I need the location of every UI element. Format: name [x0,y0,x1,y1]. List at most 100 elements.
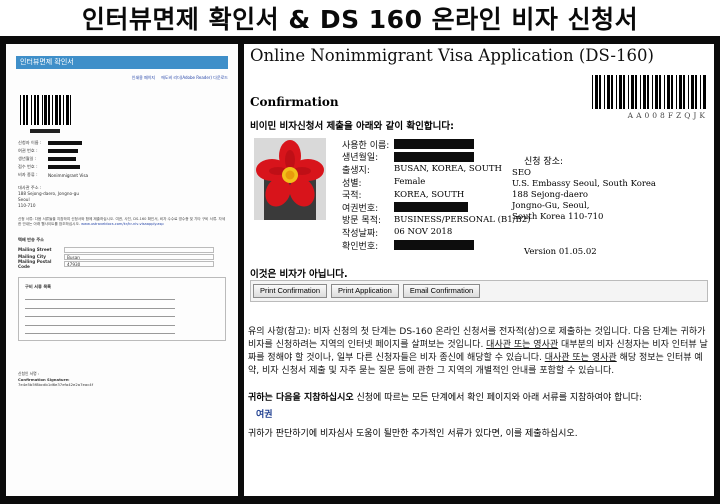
info-row: 출생지: BUSAN, KOREA, SOUTH [342,163,530,176]
confirmation-signature-code: 7e4e5b5f8bcdb1d6e37efa42e2a7eac4f [18,382,94,388]
bring-notice-bold: 귀하는 다음을 지참하십시오 [248,393,354,403]
letter-links: 인쇄용 페이지 에도비 리더(Adobe Reader) 다운로드 [16,75,228,81]
list-line [25,328,175,335]
mailing-row: Mailing Street [18,246,226,253]
bring-notice-text: 신청에 따르는 모든 단계에서 확인 페이지와 아래 서류를 지참하여야 합니다… [353,393,642,403]
letter-field-row: 접수 번호 : [18,163,238,171]
interview-waiver-letter: 인터뷰면제 확인서 인쇄용 페이지 에도비 리더(Adobe Reader) 다… [6,44,238,496]
mailing-row: Mailing Postal Code 47930 [18,258,226,269]
mailing-form: 택배 반송 주소 Mailing Street Mailing City Bus… [18,237,226,269]
consulate-link[interactable]: 대사관 또는 영사관 [545,353,617,363]
barcode-bar [71,95,75,125]
redacted-passport [394,202,468,213]
redacted-value [48,156,76,162]
print-confirmation-button[interactable]: Print Confirmation [253,284,328,298]
mailing-city-field: Busan [64,253,214,260]
flower-photo-icon [254,138,326,220]
action-toolbar: Print Confirmation Print Application Ema… [250,280,708,302]
letter-instructions: 신청 서류: 다음 서류들을 지참하여 신청서와 함께 제출하십시오. 여권, … [18,217,226,227]
barcode-redaction [30,129,60,133]
ds160-confirmation-page: Online Nonimmigrant Visa Application (DS… [244,44,714,496]
birthplace-value: BUSAN, KOREA, SOUTH [394,164,502,175]
field-label: 생년월일 : [18,156,37,161]
barcode-code: AA008FZQJK [627,111,708,120]
mailing-form-heading: 택배 반송 주소 [18,237,45,243]
applicant-info: 사용한 이름: 생년월일: 출생지: BUSAN, KOREA, SOUTH 성… [342,138,530,252]
embassy-link[interactable]: 대사관 또는 영사관 [486,340,558,350]
info-row: 확인번호: [342,239,530,252]
field-label: 여권 번호 : [18,148,38,153]
info-label: 확인번호: [342,241,379,252]
info-row: 성별: Female [342,176,530,189]
list-line [25,311,175,318]
mailing-street-field [64,246,214,253]
print-page-link[interactable]: 인쇄용 페이지 [132,75,155,81]
redacted-value [48,148,78,154]
date-value: 06 NOV 2018 [394,227,453,238]
gender-value: Female [394,177,426,188]
list-line [25,303,175,309]
redacted-confirmation-number [394,240,474,251]
location-label: 신청 장소: [524,157,564,167]
additional-documents-notice: 귀하가 판단하기에 비자심사 도움이 될만한 추가적인 서류가 있다면, 이를 … [248,429,578,439]
field-label: 접수 번호 : [18,164,38,169]
letter-field-row: 생년월일 : [18,155,238,163]
page-title: Online Nonimmigrant Visa Application (DS… [250,46,654,65]
redacted-value [48,164,80,170]
info-row: 사용한 이름: [342,138,530,151]
info-label: 작성날짜: [342,228,379,239]
location-line: 188 Sejong-daero [512,190,589,200]
nationality-value: KOREA, SOUTH [394,189,465,200]
screenshot-stage: 인터뷰면제 확인서 인쇄용 페이지 에도비 리더(Adobe Reader) 다… [0,36,720,504]
letter-field-row: 신청자 이름 : [18,139,238,147]
info-label: 여권번호: [342,203,379,214]
confirmation-heading: Confirmation [250,95,339,109]
field-label: 비자 종류 : [18,172,38,177]
info-label: 국적: [342,191,362,202]
barcode-bar [706,75,707,109]
info-row: 여권번호: [342,201,530,214]
mailing-label: Mailing Postal Code [18,258,52,269]
email-confirmation-button[interactable]: Email Confirmation [402,284,481,298]
list-line [25,320,175,326]
field-label: 신청자 이름 : [18,140,42,145]
letter-field-row: 여권 번호 : [18,147,238,155]
important-notice: 유의 사항(참고): 비자 신청의 첫 단계는 DS-160 온라인 신청서를 … [248,326,710,378]
list-line [25,294,175,301]
embassy-address: 대사관 주소 : 188 Sejong-daero, Jongno-gu Seo… [6,185,238,209]
document-list-box: 구비 서류 목록 [18,277,226,342]
letter-field-row: 비자 종류 : Nonimmigrant Visa [18,171,238,179]
instruction-text: 비이민 비자신청서 제출을 아래와 같이 확인합니다: [250,121,454,132]
redacted-value [48,140,82,146]
info-row: 방문 목적: BUSINESS/PERSONAL (B1/B2) [342,214,530,227]
location-line: Jongno-Gu, Seoul, [512,201,590,211]
letter-header: 인터뷰면제 확인서 [16,56,228,69]
location-line: SEO [512,168,531,178]
bring-documents-notice: 귀하는 다음을 지참하십시오 신청에 따르는 모든 단계에서 확인 페이지와 아… [248,392,710,405]
banner: 인터뷰면제 확인서 & DS 160 온라인 비자 신청서 [0,0,720,36]
visa-type-value: Nonimmigrant Visa [48,172,89,178]
info-row: 생년월일: [342,151,530,164]
mailing-label: Mailing Street [18,247,52,253]
letter-footer: 신청인 서명 : Confirmation Signature: 7e4e5b5… [18,371,226,387]
info-label: 출생지: [342,165,370,176]
info-row: 작성날짜: 06 NOV 2018 [342,226,530,239]
info-label: 사용한 이름: [342,140,390,151]
not-a-visa-notice: 이것은 비자가 아닙니다. [250,269,348,280]
info-label: 방문 목적: [342,216,382,227]
info-label: 생년월일: [342,153,379,164]
mailing-postal-field: 47930 [64,260,214,267]
address-line: 110-710 [18,203,36,208]
purpose-value: BUSINESS/PERSONAL (B1/B2) [394,214,531,225]
version-label: Version 01.05.02 [524,247,597,257]
confirmation-barcode [592,75,708,109]
info-label: 성별: [342,178,362,189]
letter-barcode [20,95,75,125]
ustraveldocs-link[interactable]: www.ustraveldocs.com/kr/kr-niv-visaapply… [81,222,164,226]
location-line: South Korea 110-710 [512,212,604,222]
adobe-reader-link[interactable]: 에도비 리더(Adobe Reader) 다운로드 [161,75,228,81]
info-row: 국적: KOREA, SOUTH [342,188,530,202]
applicant-photo [254,138,326,220]
letter-fields: 신청자 이름 : 여권 번호 : 생년월일 : 접수 번호 : 비자 종류 : … [18,139,238,179]
print-application-button[interactable]: Print Application [331,284,399,298]
